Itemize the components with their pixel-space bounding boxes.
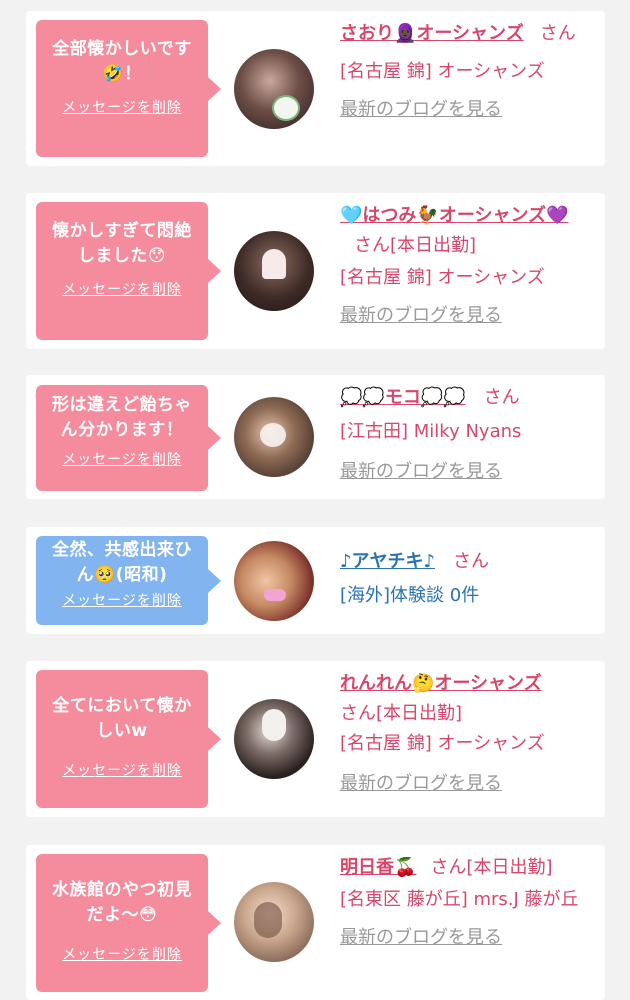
message-bubble: 全然、共感出来ひん🥺(昭和) メッセージを削除: [36, 536, 221, 625]
honorific: さん: [452, 551, 489, 572]
sticker-icon: [264, 589, 286, 601]
profile-info: れんれん🤔オーシャンズ さん[本日出勤] [名古屋 錦] オーシャンズ 最新のブ…: [340, 669, 598, 799]
honorific: さん: [340, 703, 376, 724]
delete-message-link[interactable]: メッセージを削除: [44, 449, 200, 469]
message-bubble: 全部懐かしいです🤣！ メッセージを削除: [36, 20, 221, 157]
status-tag: [本日出勤]: [466, 857, 553, 878]
delete-message-link[interactable]: メッセージを削除: [44, 760, 200, 780]
delete-message-link[interactable]: メッセージを削除: [44, 590, 200, 610]
blog-link[interactable]: 最新のブログを見る: [340, 769, 598, 799]
message-bubble: 形は違えど飴ちゃん分かります！ メッセージを削除: [36, 385, 221, 491]
profile-name-link[interactable]: れんれん🤔オーシャンズ: [340, 673, 542, 694]
message-card: 水族館のやつ初見だよ〜😳 メッセージを削除 明日香🍒 さん[本日出勤] [名東区 …: [26, 845, 605, 1000]
profile-name-link[interactable]: 明日香🍒: [340, 857, 416, 878]
delete-message-link[interactable]: メッセージを削除: [44, 279, 200, 299]
message-card: 全てにおいて懐かしいw メッセージを削除 れんれん🤔オーシャンズ さん[本日出勤…: [26, 661, 605, 817]
message-bubble: 懐かしすぎて悶絶しました😯 メッセージを削除: [36, 202, 221, 340]
message-text: 全てにおいて懐かしいw: [52, 696, 192, 741]
blog-link[interactable]: 最新のブログを見る: [340, 95, 598, 125]
blog-link[interactable]: 最新のブログを見る: [340, 457, 598, 487]
honorific: さん: [354, 235, 390, 256]
profile-info: 明日香🍒 さん[本日出勤] [名東区 藤が丘] mrs.J 藤が丘 最新のブログを…: [340, 853, 598, 953]
blog-link[interactable]: 最新のブログを見る: [340, 923, 598, 953]
avatar[interactable]: [234, 49, 314, 129]
profile-name-link[interactable]: 🩵はつみ🐓オーシャンズ💜: [340, 205, 569, 226]
message-card: 全然、共感出来ひん🥺(昭和) メッセージを削除 ♪アヤチキ♪ さん [海外]体験談…: [26, 527, 605, 634]
sticker-icon: [272, 95, 300, 121]
status-tag: [本日出勤]: [390, 235, 477, 256]
profile-info: さおり🧕🏿オーシャンズ さん [名古屋 錦] オーシャンズ 最新のブログを見る: [340, 19, 598, 125]
profile-info: 🩵はつみ🐓オーシャンズ💜 さん[本日出勤] [名古屋 錦] オーシャンズ 最新のブ…: [340, 201, 598, 331]
blur-mask-icon: [260, 423, 286, 447]
honorific: さん: [539, 23, 576, 44]
avatar[interactable]: [234, 231, 314, 311]
honorific: さん: [430, 857, 467, 878]
message-text: 全部懐かしいです🤣！: [52, 39, 192, 84]
shop-label: [海外]体験談 0件: [340, 585, 480, 606]
shop-label: [名古屋 錦] オーシャンズ: [340, 61, 545, 82]
message-text: 形は違えど飴ちゃん分かります！: [52, 395, 192, 440]
profile-info: ♪アヤチキ♪ さん [海外]体験談 0件: [340, 547, 598, 611]
delete-message-link[interactable]: メッセージを削除: [44, 944, 200, 964]
shop-label: [名古屋 錦] オーシャンズ: [340, 733, 545, 754]
profile-name-link[interactable]: さおり🧕🏿オーシャンズ: [340, 23, 524, 44]
avatar[interactable]: [234, 541, 314, 621]
profile-info: 💭💭モコ💭💭 さん [江古田] Milky Nyans 最新のブログを見る: [340, 383, 598, 487]
profile-name-link[interactable]: ♪アヤチキ♪: [340, 551, 435, 572]
message-card: 全部懐かしいです🤣！ メッセージを削除 さおり🧕🏿オーシャンズ さん [名古屋 錦…: [26, 11, 605, 166]
avatar[interactable]: [234, 882, 314, 962]
cupcake-icon: [262, 249, 286, 279]
message-bubble: 全てにおいて懐かしいw メッセージを削除: [36, 670, 221, 808]
message-text: 懐かしすぎて悶絶しました😯: [52, 221, 192, 266]
message-bubble: 水族館のやつ初見だよ〜😳 メッセージを削除: [36, 854, 221, 992]
blog-link[interactable]: 最新のブログを見る: [340, 301, 598, 331]
message-text: 全然、共感出来ひん🥺(昭和): [52, 540, 192, 585]
message-card: 懐かしすぎて悶絶しました😯 メッセージを削除 🩵はつみ🐓オーシャンズ💜 さん[本日…: [26, 193, 605, 349]
avatar[interactable]: [234, 397, 314, 477]
delete-message-link[interactable]: メッセージを削除: [44, 97, 200, 117]
face-mask-icon: [262, 709, 286, 741]
shop-label: [名古屋 錦] オーシャンズ: [340, 267, 545, 288]
status-tag: [本日出勤]: [376, 703, 463, 724]
message-card: 形は違えど飴ちゃん分かります！ メッセージを削除 💭💭モコ💭💭 さん [江古田] …: [26, 375, 605, 499]
message-text: 水族館のやつ初見だよ〜😳: [52, 880, 192, 925]
profile-name-link[interactable]: 💭💭モコ💭💭: [340, 387, 466, 408]
photo-icon: [254, 902, 282, 938]
honorific: さん: [483, 387, 520, 408]
shop-label: [江古田] Milky Nyans: [340, 421, 522, 442]
avatar[interactable]: [234, 699, 314, 779]
shop-label: [名東区 藤が丘] mrs.J 藤が丘: [340, 889, 579, 910]
